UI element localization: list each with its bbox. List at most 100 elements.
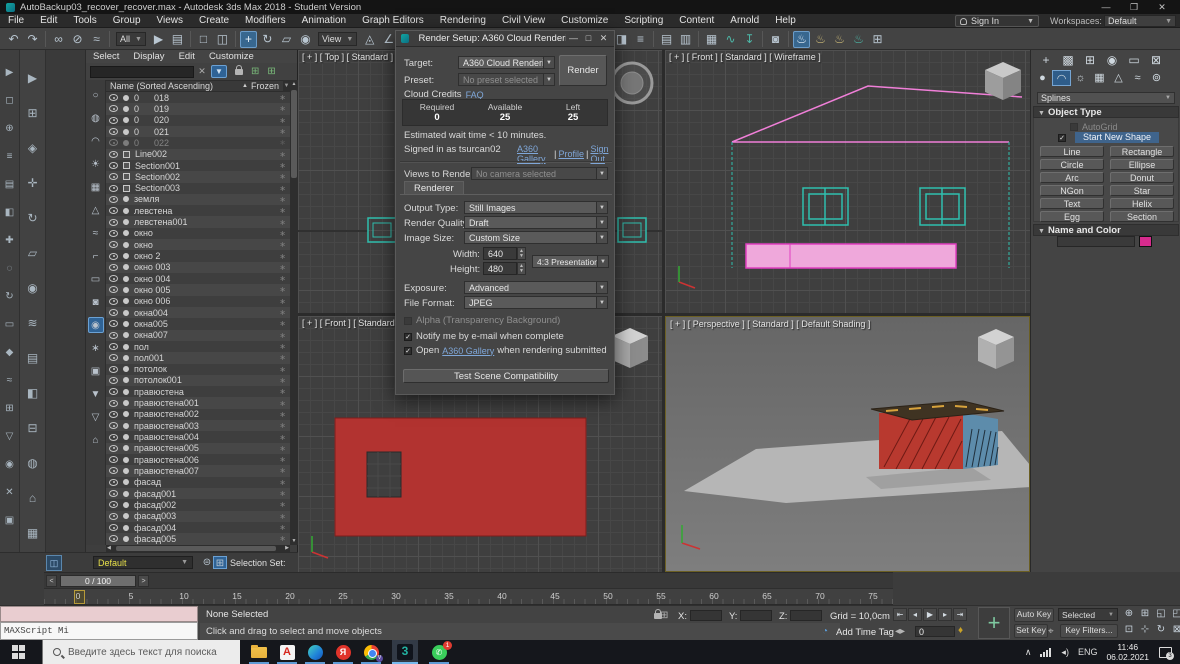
selection-filter-dropdown[interactable]: All▼: [116, 32, 146, 46]
docked-toolbar-icon[interactable]: ≡: [0, 151, 19, 162]
select-and-move-icon[interactable]: +: [240, 31, 257, 48]
shape-button-donut[interactable]: Donut: [1110, 172, 1174, 183]
display-shapes-icon[interactable]: ◠: [88, 133, 104, 149]
scene-object-row[interactable]: 0 018∗: [106, 92, 290, 103]
display-none-icon[interactable]: ○: [88, 87, 104, 103]
zoom-all-icon[interactable]: ⊞: [1138, 607, 1152, 621]
visibility-eye-icon[interactable]: [109, 185, 118, 192]
undo-icon[interactable]: ↶: [5, 31, 22, 48]
x-coordinate-field[interactable]: [690, 610, 722, 621]
menu-create[interactable]: Create: [191, 14, 237, 28]
previous-frame-arrow[interactable]: <: [46, 575, 57, 587]
viewport-layout-tabs-icon[interactable]: ◫: [46, 555, 62, 571]
explorer-column-header[interactable]: Name (Sorted Ascending) ▲ Frozen: [106, 80, 283, 92]
create-tab[interactable]: +: [1035, 52, 1057, 68]
visibility-eye-icon[interactable]: [109, 434, 118, 441]
start-button[interactable]: [12, 645, 26, 659]
docked-toolbar-icon[interactable]: ✚: [0, 235, 19, 246]
filter-combinations-icon[interactable]: ▽: [88, 409, 104, 425]
scroll-up-icon[interactable]: ▲: [290, 80, 298, 88]
track-bar-ruler[interactable]: 051015202530354045505560657075: [44, 588, 893, 605]
set-key-button[interactable]: Set Key: [1014, 624, 1048, 638]
selection-lock-icon[interactable]: ⊞: [213, 556, 227, 569]
viewport-perspective-label[interactable]: [ + ] [ Perspective ] [ Standard ] [ Def…: [670, 319, 870, 329]
scene-object-row[interactable]: окна007∗: [106, 330, 290, 341]
explorer-menu-select[interactable]: Select: [86, 50, 126, 63]
autogrid-checkbox[interactable]: [1070, 123, 1078, 131]
visibility-eye-icon[interactable]: [109, 162, 118, 169]
visibility-eye-icon[interactable]: [109, 105, 118, 112]
systems-category-icon[interactable]: ⊚: [1147, 70, 1166, 86]
scene-object-row[interactable]: потолок001∗: [106, 375, 290, 386]
scene-object-row[interactable]: правюстена007∗: [106, 465, 290, 476]
shape-button-rectangle[interactable]: Rectangle: [1110, 146, 1174, 157]
scene-object-row[interactable]: фасад001∗: [106, 488, 290, 499]
visibility-eye-icon[interactable]: [109, 490, 118, 497]
render-presets-icon[interactable]: ⊞: [869, 31, 886, 48]
profile-link[interactable]: Profile: [558, 149, 584, 159]
isolate-selection-icon[interactable]: ⊜: [200, 556, 214, 569]
test-scene-compatibility-button[interactable]: Test Scene Compatibility: [403, 369, 609, 383]
docked-toolbar-icon[interactable]: ◻: [0, 95, 19, 106]
scene-object-row[interactable]: Section002∗: [106, 171, 290, 182]
select-and-scale-icon[interactable]: ▱: [278, 31, 295, 48]
vertical-scrollbar[interactable]: ▲ ▼: [290, 80, 298, 545]
menu-views[interactable]: Views: [149, 14, 192, 28]
visibility-eye-icon[interactable]: [109, 411, 118, 418]
minimize-button[interactable]: —: [1092, 0, 1120, 14]
visibility-eye-icon[interactable]: [109, 513, 118, 520]
scene-object-row[interactable]: правюстена005∗: [106, 443, 290, 454]
display-materials-icon[interactable]: ◙: [88, 294, 104, 310]
dope-sheet-icon[interactable]: ↧: [741, 31, 758, 48]
scene-object-row[interactable]: окно∗: [106, 239, 290, 250]
image-size-dropdown[interactable]: Custom Size▼: [464, 231, 608, 244]
docked-toolbar-icon[interactable]: ◉: [0, 459, 19, 470]
display-helpers-icon[interactable]: △: [88, 202, 104, 218]
orbit-icon[interactable]: ↻: [1154, 623, 1168, 637]
taskbar-app-acrobat[interactable]: A: [274, 640, 300, 664]
docked-toolbar-icon[interactable]: ▦: [20, 526, 45, 540]
sign-in-button[interactable]: Sign In ▼: [955, 15, 1039, 27]
dialog-title-bar[interactable]: Render Setup: A360 Cloud Renderi... — □ …: [396, 31, 614, 47]
align-icon[interactable]: ≡: [632, 31, 649, 48]
scene-object-row[interactable]: 0 020∗: [106, 115, 290, 126]
zoom-region-icon[interactable]: ⊡: [1122, 623, 1136, 637]
visibility-eye-icon[interactable]: [109, 286, 118, 293]
scene-object-row[interactable]: окно 003∗: [106, 262, 290, 273]
docked-toolbar-icon[interactable]: ↻: [0, 291, 19, 302]
select-and-link-icon[interactable]: ∞: [50, 31, 67, 48]
folder-icon[interactable]: ⌂: [88, 432, 104, 448]
zoom-extents-all-icon[interactable]: ◰: [1170, 607, 1180, 621]
workspaces-dropdown[interactable]: Default ▼: [1104, 15, 1176, 27]
visibility-eye-icon[interactable]: [109, 320, 118, 327]
selection-set-dropdown[interactable]: Selected▼: [1058, 608, 1118, 621]
aspect-ratio-dropdown[interactable]: 4:3 Presentation▼: [532, 255, 609, 268]
taskbar-search[interactable]: Введите здесь текст для поиска: [42, 640, 240, 664]
play-button[interactable]: ▶: [923, 608, 937, 621]
display-spacewarps-icon[interactable]: ≈: [88, 225, 104, 241]
explorer-menu-display[interactable]: Display: [126, 50, 171, 63]
name-and-color-rollout-header[interactable]: ▼Name and Color: [1033, 224, 1179, 236]
docked-toolbar-icon[interactable]: ◧: [0, 207, 19, 218]
use-pivot-point-icon[interactable]: ◉: [297, 31, 314, 48]
utilities-tab[interactable]: ⊠: [1145, 52, 1167, 68]
go-to-start-button[interactable]: ⇤: [893, 608, 907, 621]
visibility-eye-icon[interactable]: [109, 207, 118, 214]
scene-object-row[interactable]: фасад005∗: [106, 533, 290, 544]
key-filters-button[interactable]: Key Filters...: [1060, 624, 1118, 638]
display-containers-icon[interactable]: ▭: [88, 271, 104, 287]
shape-button-line[interactable]: Line: [1040, 146, 1104, 157]
helpers-category-icon[interactable]: △: [1109, 70, 1128, 86]
viewport-front-top[interactable]: [ + ] [ Front ] [ Standard ] [ Wireframe…: [665, 50, 1030, 313]
notification-center-icon[interactable]: 3: [1159, 647, 1172, 658]
docked-toolbar-icon[interactable]: ⊕: [0, 123, 19, 134]
taskbar-app-whatsapp[interactable]: ✆1: [426, 640, 452, 664]
taskbar-app-yandex[interactable]: Я: [330, 640, 356, 664]
menu-modifiers[interactable]: Modifiers: [237, 14, 294, 28]
visibility-eye-icon[interactable]: [109, 94, 118, 101]
scene-explorer-toggle-icon[interactable]: ▤: [658, 31, 675, 48]
docked-toolbar-icon[interactable]: ⌂: [20, 491, 45, 505]
taskbar-app-3ds-max[interactable]: 3: [392, 640, 418, 664]
views-to-render-dropdown[interactable]: No camera selected▼: [471, 167, 608, 180]
menu-arnold[interactable]: Arnold: [722, 14, 767, 28]
